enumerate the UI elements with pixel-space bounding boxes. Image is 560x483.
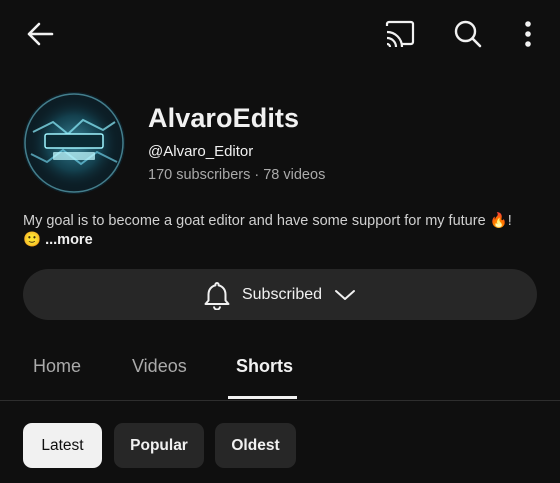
avatar-artwork	[23, 92, 125, 194]
more-link[interactable]: ...more	[45, 232, 93, 248]
channel-tabs: Home Videos Shorts	[0, 340, 560, 401]
chevron-down-icon	[335, 289, 356, 300]
top-app-bar	[0, 0, 560, 70]
search-icon	[454, 20, 482, 48]
tab-shorts[interactable]: Shorts	[236, 356, 293, 377]
chip-popular[interactable]: Popular	[114, 423, 204, 468]
search-button[interactable]	[446, 12, 490, 56]
more-options-button[interactable]	[506, 12, 550, 56]
chip-oldest[interactable]: Oldest	[215, 423, 296, 468]
arrow-left-icon	[27, 22, 54, 46]
channel-stats: 170 subscribers · 78 videos	[148, 167, 326, 183]
subscribed-button[interactable]: Subscribed	[23, 269, 537, 320]
back-button[interactable]	[18, 12, 62, 56]
subscribed-label: Subscribed	[241, 285, 323, 303]
cast-icon	[385, 20, 415, 48]
tab-home[interactable]: Home	[33, 356, 81, 377]
cast-button[interactable]	[378, 12, 422, 56]
active-tab-indicator	[228, 396, 297, 399]
description-text: My goal is to become a goat editor and h…	[23, 213, 512, 248]
channel-avatar[interactable]	[23, 92, 125, 194]
bell-icon	[204, 281, 230, 310]
chip-latest[interactable]: Latest	[23, 423, 102, 468]
channel-description[interactable]: My goal is to become a goat editor and h…	[23, 212, 523, 250]
more-vertical-icon	[525, 21, 531, 47]
tab-videos[interactable]: Videos	[132, 356, 187, 377]
channel-handle: @Alvaro_Editor	[148, 143, 254, 160]
channel-name: AlvaroEdits	[148, 103, 300, 133]
